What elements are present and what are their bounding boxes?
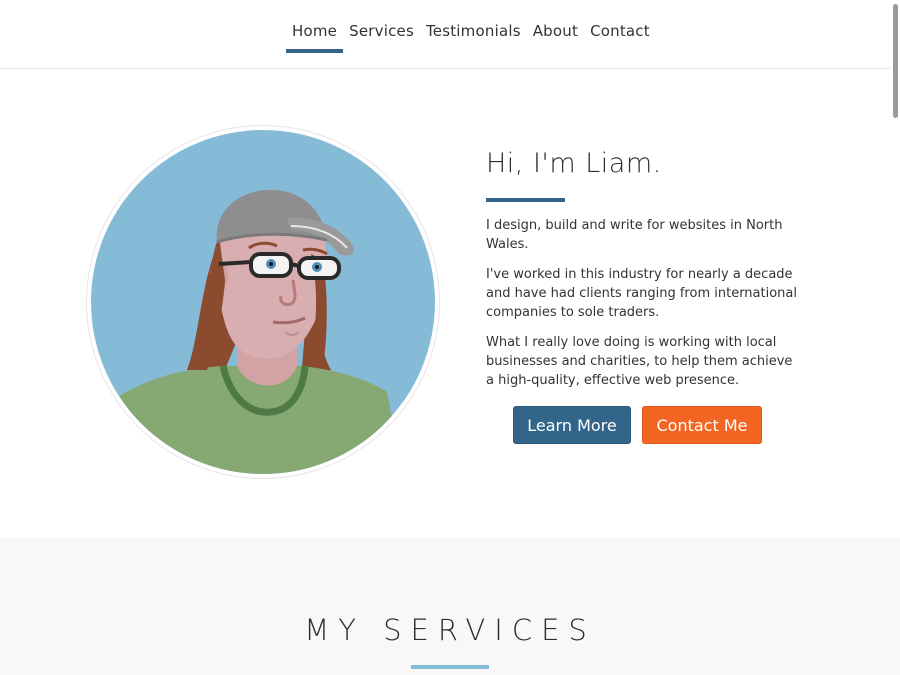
page-title: Hi, I'm Liam. xyxy=(486,148,662,179)
nav-item-services[interactable]: Services xyxy=(343,0,420,62)
intro-section: Hi, I'm Liam. I design, build and write … xyxy=(486,144,802,401)
nav-item-home[interactable]: Home xyxy=(286,0,344,62)
site-header: Home Services Testimonials About Contact xyxy=(0,0,900,69)
title-underline xyxy=(486,198,565,202)
main-nav: Home Services Testimonials About Contact xyxy=(286,0,656,69)
intro-paragraph-2: I've worked in this industry for nearly … xyxy=(486,267,797,320)
learn-more-button[interactable]: Learn More xyxy=(513,406,631,444)
nav-item-contact[interactable]: Contact xyxy=(584,0,656,62)
scrollbar-thumb[interactable] xyxy=(893,4,898,118)
services-title: MY SERVICES xyxy=(304,613,596,647)
avatar-illustration-icon xyxy=(91,130,435,474)
services-section: MY SERVICES xyxy=(0,537,900,675)
hero-buttons: Learn More Contact Me xyxy=(513,406,762,444)
intro-paragraph-3: What I really love doing is working with… xyxy=(486,335,793,388)
nav-item-about[interactable]: About xyxy=(527,0,584,62)
contact-me-button[interactable]: Contact Me xyxy=(642,406,762,444)
services-title-underline xyxy=(411,665,489,669)
nav-item-testimonials[interactable]: Testimonials xyxy=(420,0,527,62)
avatar xyxy=(87,126,439,478)
intro-paragraph-1: I design, build and write for websites i… xyxy=(486,218,783,252)
